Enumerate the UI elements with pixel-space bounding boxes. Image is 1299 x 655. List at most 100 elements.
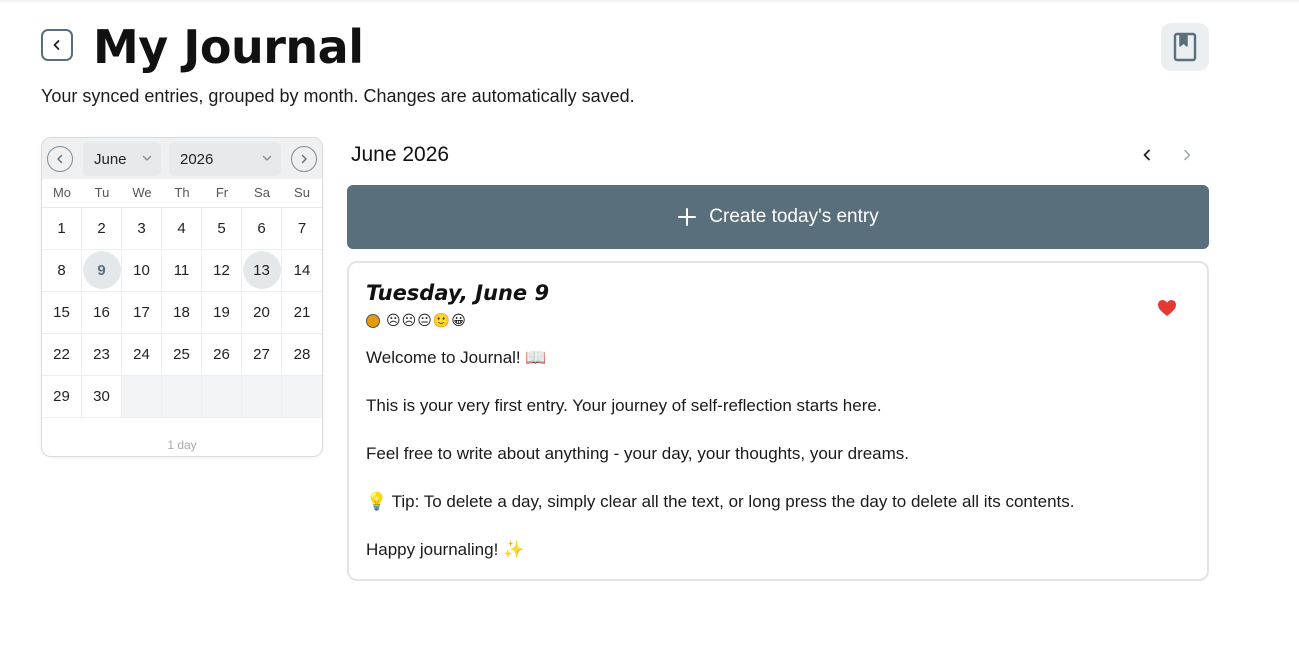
calendar-day[interactable]: 26 <box>202 334 242 375</box>
calendar: June 2026 Mo Tu We Th Fr Sa Su 123456789… <box>41 137 323 457</box>
calendar-day-number: 4 <box>177 220 186 237</box>
weekday-label: Th <box>174 185 190 200</box>
chevron-down-icon <box>262 155 272 161</box>
mood-very-happy-icon[interactable]: 😀 <box>451 313 466 329</box>
month-select-value: June <box>94 150 127 168</box>
mood-color-indicator <box>366 314 380 328</box>
calendar-week: 29 30 <box>42 376 322 418</box>
calendar-empty-cell <box>242 376 282 417</box>
entry-paragraph: Feel free to write about anything - your… <box>366 444 910 463</box>
mood-very-sad-icon[interactable]: ☹ <box>386 313 401 329</box>
calendar-day[interactable]: 4 <box>162 208 202 249</box>
calendar-next-button[interactable] <box>291 146 317 172</box>
calendar-day[interactable]: 15 <box>42 292 82 333</box>
month-prev-button[interactable] <box>1137 145 1157 165</box>
calendar-day-number: 11 <box>173 262 190 279</box>
calendar-day[interactable]: 20 <box>242 292 282 333</box>
back-button[interactable] <box>41 29 73 61</box>
calendar-day-number: 26 <box>213 346 230 363</box>
year-select[interactable]: 2026 <box>169 142 281 176</box>
calendar-day[interactable]: 27 <box>242 334 282 375</box>
calendar-day[interactable]: 28 <box>282 334 322 375</box>
calendar-day[interactable]: 22 <box>42 334 82 375</box>
entry-date: Tuesday, June 9 <box>366 281 550 305</box>
create-entry-button[interactable]: Create today's entry <box>347 185 1209 249</box>
calendar-day[interactable]: 21 <box>282 292 322 333</box>
calendar-day-number: 2 <box>97 220 106 237</box>
calendar-week: 22 23 24 25 26 27 28 <box>42 334 322 376</box>
calendar-day-number: 17 <box>133 304 150 321</box>
calendar-day[interactable]: 29 <box>42 376 82 417</box>
month-next-button[interactable] <box>1177 145 1197 165</box>
calendar-day[interactable]: 19 <box>202 292 242 333</box>
calendar-day[interactable]: 30 <box>82 376 122 417</box>
calendar-empty-cell <box>282 376 322 417</box>
calendar-day-number: 8 <box>57 262 66 279</box>
calendar-day[interactable]: 18 <box>162 292 202 333</box>
calendar-day-number: 1 <box>57 220 66 237</box>
calendar-day[interactable]: 10 <box>122 250 162 291</box>
entry-text[interactable]: Welcome to Journal! 📖 This is your very … <box>366 346 1186 586</box>
calendar-day[interactable]: 23 <box>82 334 122 375</box>
calendar-week: 1 2 3 4 5 6 7 <box>42 208 322 250</box>
calendar-header: June 2026 <box>42 138 322 179</box>
calendar-week: 8 9 10 11 12 13 14 <box>42 250 322 292</box>
weekday-label: Fr <box>215 185 229 200</box>
calendar-footer: 1 day <box>167 438 197 452</box>
weekday-label: Mo <box>52 185 72 200</box>
calendar-empty-cell <box>122 376 162 417</box>
calendar-day-number: 12 <box>213 262 230 279</box>
chevron-down-icon <box>142 155 152 161</box>
mood-neutral-icon[interactable]: 😐 <box>417 313 432 329</box>
chevron-right-icon <box>301 154 307 164</box>
mood-sad-icon[interactable]: ☹ <box>402 313 417 329</box>
calendar-day[interactable]: 8 <box>42 250 82 291</box>
create-entry-label: Create today's entry <box>709 206 879 227</box>
month-title: June 2026 <box>351 143 450 166</box>
calendar-day[interactable]: 14 <box>282 250 322 291</box>
calendar-day[interactable]: 3 <box>122 208 162 249</box>
calendar-day[interactable]: 11 <box>162 250 202 291</box>
calendar-grid: 1 2 3 4 5 6 7 8 9 10 11 12 13 14 15 16 17 18 19 20 21 22 23 24 2… <box>42 208 322 418</box>
chevron-left-icon <box>1143 149 1150 161</box>
month-select[interactable]: June <box>83 142 161 176</box>
calendar-day-number: 19 <box>213 304 230 321</box>
journal-entry-card[interactable]: Tuesday, June 9 ☹ ☹ 😐 🙂 😀 Welcome to Jou… <box>347 261 1209 581</box>
calendar-day[interactable]: 13 <box>242 250 282 291</box>
bookmark-button[interactable] <box>1161 23 1209 71</box>
calendar-day-number: 29 <box>53 388 70 405</box>
calendar-day[interactable]: 16 <box>82 292 122 333</box>
calendar-day[interactable]: 24 <box>122 334 162 375</box>
favorite-heart-icon[interactable] <box>1157 299 1177 322</box>
weekday-label: Tu <box>94 185 110 200</box>
calendar-day[interactable]: 25 <box>162 334 202 375</box>
calendar-day[interactable]: 1 <box>42 208 82 249</box>
calendar-day-number: 9 <box>97 262 106 279</box>
calendar-day[interactable]: 5 <box>202 208 242 249</box>
calendar-day[interactable]: 6 <box>242 208 282 249</box>
calendar-day-number: 3 <box>137 220 146 237</box>
calendar-day[interactable]: 12 <box>202 250 242 291</box>
calendar-day-number: 14 <box>293 262 311 279</box>
calendar-day[interactable]: 17 <box>122 292 162 333</box>
calendar-day-number: 25 <box>173 346 190 363</box>
calendar-day-number: 21 <box>293 304 311 321</box>
calendar-day-number: 27 <box>253 346 270 363</box>
page-title: My Journal <box>93 20 364 74</box>
calendar-day-number: 30 <box>93 388 110 405</box>
bookmark-book-icon <box>1173 32 1197 62</box>
mood-selector: ☹ ☹ 😐 🙂 😀 <box>366 313 467 329</box>
calendar-prev-button[interactable] <box>47 146 73 172</box>
calendar-week: 15 16 17 18 19 20 21 <box>42 292 322 334</box>
calendar-day[interactable]: 2 <box>82 208 122 249</box>
mood-happy-icon[interactable]: 🙂 <box>433 313 450 329</box>
calendar-day-number: 10 <box>133 262 150 279</box>
calendar-day[interactable]: 7 <box>282 208 322 249</box>
calendar-day-number: 22 <box>53 346 70 363</box>
chevron-right-icon <box>1184 149 1191 161</box>
chevron-left-icon <box>53 40 60 50</box>
top-shadow <box>0 0 1299 4</box>
calendar-day[interactable]: 9 <box>82 250 122 291</box>
page-subtitle: Your synced entries, grouped by month. C… <box>41 86 635 106</box>
weekday-label: Su <box>294 185 310 200</box>
